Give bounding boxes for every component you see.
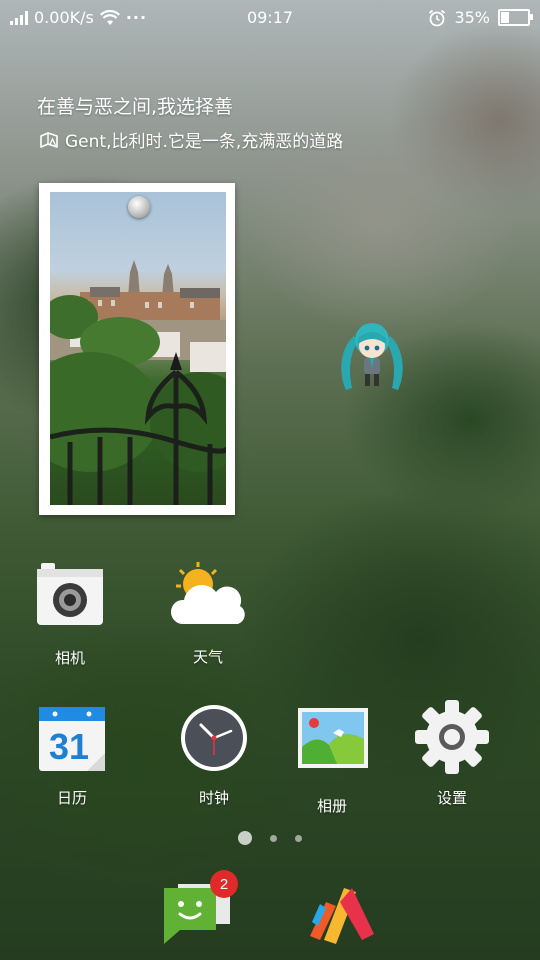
app-label: 设置 [436,789,467,807]
alarm-icon [429,9,446,26]
app-weather[interactable]: 天气 [148,562,268,667]
app-clock[interactable]: 时钟 [154,703,274,808]
photo-frame-widget[interactable] [39,183,235,515]
calendar-icon: 31 [37,703,107,773]
page-dot-active[interactable] [238,831,252,845]
page-dot[interactable] [295,834,302,842]
launcher-icon [310,888,374,944]
battery-icon [498,9,533,26]
status-bar: 0.00K/s ··· 09:17 35% [0,0,540,38]
app-camera[interactable]: 相机 [10,563,130,668]
clock-icon [179,703,249,773]
app-label: 时钟 [198,789,229,807]
app-settings[interactable]: 设置 [392,699,512,808]
dock-launcher[interactable] [308,882,378,952]
quote-widget[interactable]: 在善与恶之间,我选择善 Gent,比利时.它是一条,充满恶的道路 [37,92,343,152]
dock-messages[interactable]: 2 [164,870,238,948]
settings-gear-icon [414,699,490,775]
map-icon [40,131,58,148]
calendar-date: 31 [49,726,89,767]
quote-source: Gent,比利时.它是一条,充满恶的道路 [65,132,344,152]
app-gallery[interactable]: 相册 [272,707,392,816]
page-dot[interactable] [270,834,277,842]
weather-icon [168,562,248,632]
mascot-sticker[interactable] [334,318,410,394]
app-label: 相机 [54,649,85,667]
app-calendar[interactable]: 31 日历 [12,703,132,808]
quote-text: 在善与恶之间,我选择善 [37,96,234,118]
page-indicator[interactable] [0,831,540,845]
pushpin-icon [128,196,150,218]
battery-percent: 35% [454,8,490,27]
app-label: 日历 [56,789,87,807]
app-label: 相册 [316,797,347,815]
gallery-icon [297,707,368,777]
app-label: 天气 [192,648,223,666]
unread-badge: 2 [210,870,238,898]
camera-icon [35,563,105,633]
photo-image [50,192,226,505]
